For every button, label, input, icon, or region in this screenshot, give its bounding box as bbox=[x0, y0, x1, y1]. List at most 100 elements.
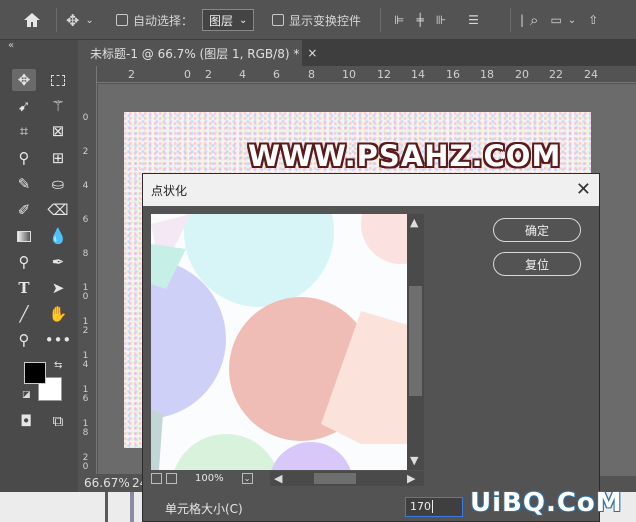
reset-button[interactable]: 复位 bbox=[493, 252, 581, 276]
align-hcenter-icon[interactable]: ╪ bbox=[416, 13, 423, 27]
close-icon[interactable]: ✕ bbox=[576, 179, 591, 200]
brush-icon[interactable]: ✎ bbox=[12, 173, 36, 195]
stamp-icon[interactable]: ⛀ bbox=[46, 173, 70, 195]
vertical-ruler[interactable]: 0 2 4 6 8 1 0 1 2 1 4 1 6 1 8 2 0 bbox=[80, 66, 97, 476]
pen-icon[interactable]: ✒ bbox=[46, 251, 70, 273]
preview-vertical-scrollbar[interactable]: ▲ ▼ bbox=[407, 214, 424, 470]
layer-select[interactable]: 图层 ⌄ bbox=[202, 9, 255, 31]
ruler-tick-label: 2 bbox=[82, 147, 89, 157]
magic-wand-icon[interactable]: ⚚ bbox=[46, 95, 70, 117]
distribute-icon[interactable]: ☰ bbox=[468, 13, 479, 27]
path-select-icon[interactable]: ➤ bbox=[46, 277, 70, 299]
scroll-down-icon[interactable]: ▼ bbox=[410, 454, 418, 467]
search-icon[interactable]: ⌕ bbox=[530, 11, 538, 29]
scroll-right-icon[interactable]: ▶ bbox=[407, 472, 415, 485]
crop-icon[interactable]: ⌗ bbox=[12, 120, 36, 142]
dodge-icon[interactable]: ⚲ bbox=[12, 251, 36, 273]
ruler-tick-label: 20 bbox=[515, 68, 529, 81]
marquee-icon[interactable] bbox=[46, 69, 70, 91]
cell-size-label: 单元格大小(C) bbox=[165, 502, 243, 516]
default-colors-icon[interactable]: ◪ bbox=[22, 390, 31, 400]
align-left-icon[interactable]: ⊫ bbox=[394, 13, 404, 27]
zoom-level[interactable]: 66.67% bbox=[84, 476, 130, 490]
swap-colors-icon[interactable]: ⇆ bbox=[54, 360, 62, 371]
ruler-tick-label: 18 bbox=[480, 68, 494, 81]
auto-select-checkbox[interactable]: 自动选择： bbox=[116, 9, 193, 31]
align-right-icon[interactable]: ⊪ bbox=[436, 13, 446, 27]
ruler-tick-label: 1 2 bbox=[82, 317, 89, 336]
document-tab[interactable]: 未标题-1 @ 66.7% (图层 1, RGB/8) * × bbox=[80, 40, 317, 66]
zoom-in-icon[interactable] bbox=[166, 473, 177, 484]
ruler-tick-label: 6 bbox=[273, 68, 280, 81]
collapse-icon[interactable]: « bbox=[8, 40, 14, 51]
eraser-icon[interactable]: ⌫ bbox=[46, 199, 70, 221]
more-icon[interactable]: ••• bbox=[45, 329, 72, 351]
screenmode-icon[interactable]: ⧉ bbox=[46, 410, 70, 432]
ruler-tick-label: 4 bbox=[82, 181, 89, 191]
type-icon[interactable]: T bbox=[12, 277, 36, 299]
window-edge bbox=[130, 492, 134, 522]
window-edge bbox=[105, 492, 108, 522]
ruler-tick-label: 8 bbox=[308, 68, 315, 81]
checkbox-box bbox=[116, 14, 128, 26]
zoom-menu-icon[interactable]: ⌄ bbox=[241, 473, 253, 484]
preview-controls: 100% ⌄ bbox=[151, 471, 271, 486]
status-bar: 66.67% 24 bbox=[80, 474, 150, 492]
show-transform-checkbox[interactable]: 显示变换控件 bbox=[272, 9, 361, 31]
ok-button[interactable]: 确定 bbox=[493, 218, 581, 242]
eyedropper-icon[interactable]: ⚲ bbox=[12, 147, 36, 169]
share-icon[interactable]: ⇧ bbox=[588, 13, 598, 27]
frame-icon[interactable]: ⊠ bbox=[46, 120, 70, 142]
scroll-up-icon[interactable]: ▲ bbox=[410, 216, 418, 229]
foreground-color-swatch[interactable] bbox=[24, 362, 46, 384]
chevron-down-icon[interactable]: ⌄ bbox=[568, 15, 576, 26]
move-icon[interactable]: ✥ bbox=[12, 69, 36, 91]
checkbox-box bbox=[272, 14, 284, 26]
auto-select-label: 自动选择： bbox=[133, 13, 194, 28]
scroll-thumb[interactable] bbox=[409, 286, 422, 396]
ruler-tick-label: 2 0 bbox=[82, 453, 89, 472]
quickmask-icon[interactable]: ◘ bbox=[14, 410, 38, 432]
ruler-tick-label: 12 bbox=[377, 68, 391, 81]
move-icon: ✥ bbox=[66, 10, 80, 30]
line-icon[interactable]: ╱ bbox=[12, 303, 36, 325]
chevron-down-icon: ⌄ bbox=[239, 14, 248, 26]
show-transform-label: 显示变换控件 bbox=[289, 13, 362, 28]
horizontal-ruler[interactable]: 2 0 2 4 6 8 10 12 14 16 18 20 22 24 bbox=[97, 66, 636, 83]
options-bar: ✥ ⌄ 自动选择： 图层 ⌄ 显示变换控件 ⊫ ╪ ⊪ ☰ | ⌕ ▭ ⌄ ⇧ bbox=[0, 0, 636, 40]
cell-size-input[interactable]: 170 bbox=[405, 497, 463, 517]
dialog-titlebar: 点状化 ✕ bbox=[143, 174, 599, 206]
move-tool-preset[interactable]: ✥ ⌄ bbox=[66, 9, 94, 31]
gradient-icon[interactable] bbox=[12, 225, 36, 247]
ruler-tick-label: 1 0 bbox=[82, 283, 89, 302]
document-tab-title: 未标题-1 @ 66.7% (图层 1, RGB/8) * bbox=[90, 46, 300, 61]
ruler-tick-label: 1 8 bbox=[82, 419, 89, 438]
more-options-icon[interactable]: | bbox=[520, 13, 524, 27]
ruler-tick-label: 2 bbox=[205, 68, 212, 81]
site-logo: UiBQ.CoM bbox=[470, 488, 623, 518]
preview-horizontal-scrollbar[interactable]: ◀ ▶ bbox=[270, 471, 424, 486]
document-tab-bar: 未标题-1 @ 66.7% (图层 1, RGB/8) * × bbox=[80, 40, 636, 66]
preview-zoom-value: 100% bbox=[195, 473, 224, 484]
lasso-icon[interactable]: ➹ bbox=[12, 95, 36, 117]
ruler-tick-label: 1 4 bbox=[82, 351, 89, 370]
workspace-icon[interactable]: ▭ bbox=[550, 13, 561, 27]
filter-preview[interactable] bbox=[151, 214, 407, 470]
scroll-thumb[interactable] bbox=[314, 473, 356, 484]
preview-image bbox=[151, 214, 407, 470]
patch-icon[interactable]: ⊞ bbox=[46, 147, 70, 169]
ruler-tick-label: 14 bbox=[411, 68, 425, 81]
history-brush-icon[interactable]: ✐ bbox=[12, 199, 36, 221]
layer-select-value: 图层 bbox=[209, 13, 234, 28]
home-icon[interactable] bbox=[22, 9, 42, 31]
ruler-tick-label: 16 bbox=[446, 68, 460, 81]
ruler-tick-label: 10 bbox=[342, 68, 356, 81]
zoom-out-icon[interactable] bbox=[151, 473, 162, 484]
watermark-text: WWW.PSAHZ.COM bbox=[248, 139, 562, 173]
close-icon[interactable]: × bbox=[307, 46, 317, 60]
ruler-tick-label: 22 bbox=[549, 68, 563, 81]
blur-icon[interactable]: 💧 bbox=[46, 225, 70, 247]
hand-icon[interactable]: ✋ bbox=[46, 303, 70, 325]
zoom-icon[interactable]: ⚲ bbox=[12, 329, 36, 351]
scroll-left-icon[interactable]: ◀ bbox=[274, 472, 282, 485]
